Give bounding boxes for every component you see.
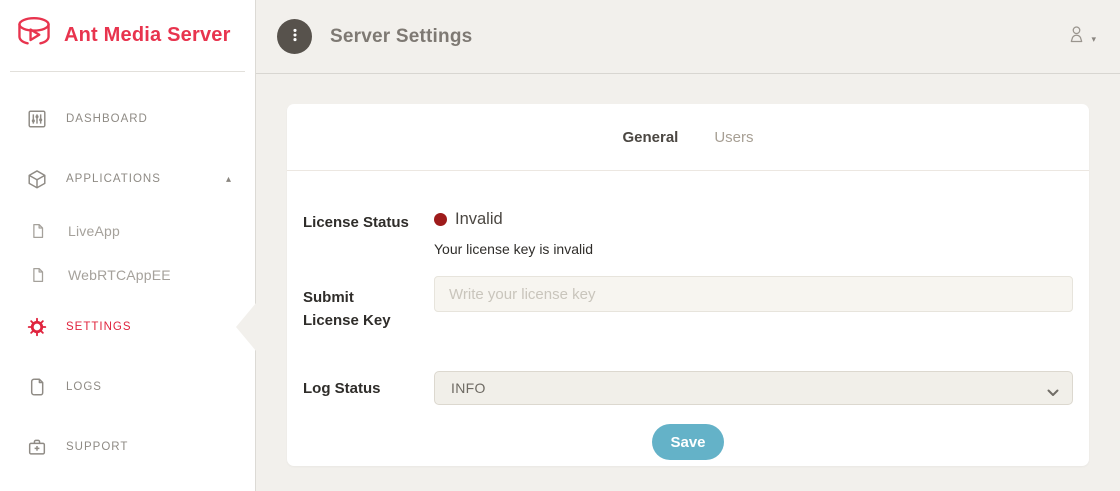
log-status-label: Log Status xyxy=(303,371,434,405)
sidebar-item-applications[interactable]: APPLICATIONS ▴ xyxy=(0,149,255,209)
license-status-row: License Status Invalid Your license key … xyxy=(303,210,1073,257)
active-item-notch xyxy=(236,303,256,351)
kebab-menu-icon xyxy=(284,24,306,49)
main-area: Server Settings ▾ General Users License … xyxy=(256,0,1120,491)
license-status-value-group: Invalid Your license key is invalid xyxy=(434,210,1073,257)
license-key-input-wrap xyxy=(434,276,1073,332)
top-bar: Server Settings ▾ xyxy=(256,0,1120,74)
save-button[interactable]: Save xyxy=(652,424,723,460)
sidebar: Ant Media Server DASHBOARD xyxy=(0,0,256,491)
sidebar-item-label: SETTINGS xyxy=(66,321,132,333)
license-status-value: Invalid xyxy=(455,210,503,229)
support-icon xyxy=(26,436,48,458)
log-status-select[interactable]: INFO xyxy=(434,371,1073,405)
user-icon xyxy=(1065,23,1088,51)
sidebar-item-settings[interactable]: SETTINGS xyxy=(0,297,255,357)
tab-users[interactable]: Users xyxy=(714,129,753,146)
license-status-label: License Status xyxy=(303,210,434,257)
file-icon xyxy=(29,266,47,284)
sidebar-item-label: DASHBOARD xyxy=(66,113,148,125)
sidebar-item-label: WebRTCAppEE xyxy=(68,267,171,283)
save-row: Save xyxy=(303,424,1073,460)
brand-logo[interactable]: Ant Media Server xyxy=(0,0,255,71)
settings-card: General Users License Status Invalid You… xyxy=(287,104,1089,466)
logs-icon xyxy=(26,376,48,398)
sidebar-item-label: SUPPORT xyxy=(66,441,128,453)
chevron-down-icon: ▾ xyxy=(1091,28,1096,45)
dashboard-icon xyxy=(26,108,48,130)
applications-icon xyxy=(26,168,48,190)
file-icon xyxy=(29,222,47,240)
settings-form: License Status Invalid Your license key … xyxy=(287,171,1089,460)
sidebar-item-logs[interactable]: LOGS xyxy=(0,357,255,417)
license-key-input[interactable] xyxy=(434,276,1073,312)
chevron-up-icon[interactable]: ▴ xyxy=(226,174,231,185)
license-key-label: Submit License Key xyxy=(303,276,434,332)
sidebar-item-support[interactable]: SUPPORT xyxy=(0,417,255,477)
sidebar-item-dashboard[interactable]: DASHBOARD xyxy=(0,89,255,149)
sidebar-item-webrtcappee[interactable]: WebRTCAppEE xyxy=(0,253,255,297)
log-status-row: Log Status INFO xyxy=(303,371,1073,405)
sidebar-item-label: APPLICATIONS xyxy=(66,173,161,185)
log-status-select-wrap: INFO xyxy=(434,371,1073,405)
page-title: Server Settings xyxy=(330,26,472,48)
ant-media-logo-icon xyxy=(14,15,54,57)
gear-icon xyxy=(26,316,48,338)
tab-bar: General Users xyxy=(287,104,1089,170)
sidebar-nav: DASHBOARD APPLICATIONS ▴ LiveApp xyxy=(0,72,255,477)
license-status-message: Your license key is invalid xyxy=(434,241,1073,257)
sidebar-item-label: LOGS xyxy=(66,381,102,393)
user-menu-button[interactable]: ▾ xyxy=(1065,23,1096,51)
status-dot-icon xyxy=(434,213,447,226)
license-status-line: Invalid xyxy=(434,210,1073,229)
brand-name: Ant Media Server xyxy=(64,24,231,47)
kebab-menu-button[interactable] xyxy=(277,19,312,54)
license-key-row: Submit License Key xyxy=(303,276,1073,332)
tab-general[interactable]: General xyxy=(622,129,678,146)
sidebar-item-label: LiveApp xyxy=(68,223,120,239)
sidebar-item-liveapp[interactable]: LiveApp xyxy=(0,209,255,253)
